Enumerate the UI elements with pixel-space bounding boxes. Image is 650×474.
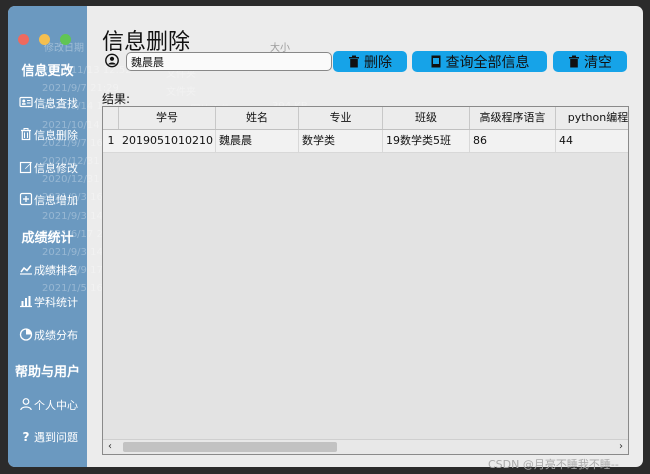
- trash-icon: [349, 55, 359, 68]
- table-cell[interactable]: 2019051010210: [119, 130, 216, 152]
- search-input[interactable]: [126, 52, 332, 71]
- delete-button[interactable]: 删除: [333, 51, 407, 72]
- horizontal-scrollbar[interactable]: ‹ ›: [103, 439, 628, 454]
- sidebar-item-help[interactable]: ? 遇到问题: [8, 428, 87, 446]
- sidebar-item-label: 成绩分布: [34, 329, 78, 342]
- section-help-user: 帮助与用户: [14, 365, 80, 380]
- ghost-type: 文件夹: [166, 87, 196, 99]
- column-header[interactable]: python编程: [556, 107, 628, 129]
- column-header[interactable]: 专业: [299, 107, 383, 129]
- query-all-button[interactable]: 查询全部信息: [412, 51, 547, 72]
- table-cell[interactable]: 19数学类5班: [383, 130, 470, 152]
- user-icon: [105, 53, 119, 68]
- pie-chart-icon: [19, 328, 33, 341]
- table-header: 学号 姓名 专业 班级 高级程序语言 python编程: [103, 107, 628, 130]
- minimize-window-button[interactable]: [39, 34, 50, 45]
- section-info-change: 信息更改: [21, 64, 74, 79]
- sidebar-item-label: 信息修改: [34, 162, 78, 175]
- id-card-icon: [19, 96, 33, 108]
- table-row[interactable]: 1 2019051010210 魏晨晨 数学类 19数学类5班 86 44: [103, 130, 628, 153]
- section-score-stats: 成绩统计: [21, 231, 74, 246]
- close-window-button[interactable]: [18, 34, 29, 45]
- sidebar-item-label: 信息查找: [34, 97, 78, 110]
- scroll-right-icon[interactable]: ›: [614, 440, 628, 454]
- row-number: 1: [107, 134, 115, 147]
- delete-button-label: 删除: [364, 54, 392, 71]
- sidebar-item-label: 个人中心: [34, 399, 78, 412]
- scroll-left-icon[interactable]: ‹: [103, 440, 117, 454]
- svg-text:?: ?: [23, 430, 30, 443]
- query-all-button-label: 查询全部信息: [445, 54, 530, 71]
- plus-square-icon: [19, 192, 33, 206]
- sidebar-item-profile[interactable]: 个人中心: [8, 396, 87, 414]
- edit-icon: [19, 161, 32, 174]
- watermark: CSDN @月亮不睡我不睡--: [488, 458, 619, 471]
- zoom-window-button[interactable]: [60, 34, 71, 45]
- table-cell[interactable]: 44: [556, 130, 628, 152]
- sidebar-item-subject-stats[interactable]: 学科统计: [8, 293, 87, 311]
- column-header[interactable]: 班级: [383, 107, 470, 129]
- scrollbar-thumb[interactable]: [123, 442, 337, 452]
- sidebar-item-label: 学科统计: [34, 296, 78, 309]
- clear-button[interactable]: 清空: [553, 51, 627, 72]
- bar-chart-icon: [20, 296, 32, 308]
- trash-icon: [21, 128, 31, 141]
- sidebar-item-label: 成绩排名: [34, 264, 78, 277]
- sidebar-item-info-edit[interactable]: 信息修改: [8, 159, 87, 177]
- table-cell[interactable]: 86: [470, 130, 556, 152]
- question-icon: ?: [23, 430, 30, 443]
- sidebar-item-label: 信息删除: [34, 129, 78, 142]
- user-icon: [20, 398, 32, 411]
- row-number-header: [103, 107, 119, 129]
- sidebar-item-score-distribution[interactable]: 成绩分布: [8, 326, 87, 344]
- column-header[interactable]: 高级程序语言: [470, 107, 556, 129]
- table-cell[interactable]: 数学类: [299, 130, 383, 152]
- file-icon: [431, 55, 440, 68]
- trash-icon: [569, 55, 579, 68]
- table-cell[interactable]: 魏晨晨: [216, 130, 299, 152]
- sidebar-item-score-ranking[interactable]: 成绩排名: [8, 261, 87, 279]
- results-label: 结果:: [102, 92, 131, 106]
- clear-button-label: 清空: [584, 54, 612, 71]
- results-table[interactable]: 学号 姓名 专业 班级 高级程序语言 python编程 1 2019051010…: [102, 106, 629, 455]
- sidebar-item-label: 信息增加: [34, 194, 78, 207]
- sidebar-item-info-delete[interactable]: 信息删除: [8, 126, 87, 144]
- sidebar-item-label: 遇到问题: [34, 431, 78, 444]
- sidebar-item-info-search[interactable]: 信息查找: [8, 94, 87, 112]
- app-window: 修改日期 大小 2021/11/13 12:52 文件夹 2021/9/7 21:2…: [8, 6, 643, 467]
- line-chart-icon: [20, 265, 32, 275]
- sidebar-item-info-add[interactable]: 信息增加: [8, 191, 87, 209]
- column-header[interactable]: 姓名: [216, 107, 299, 129]
- column-header[interactable]: 学号: [119, 107, 216, 129]
